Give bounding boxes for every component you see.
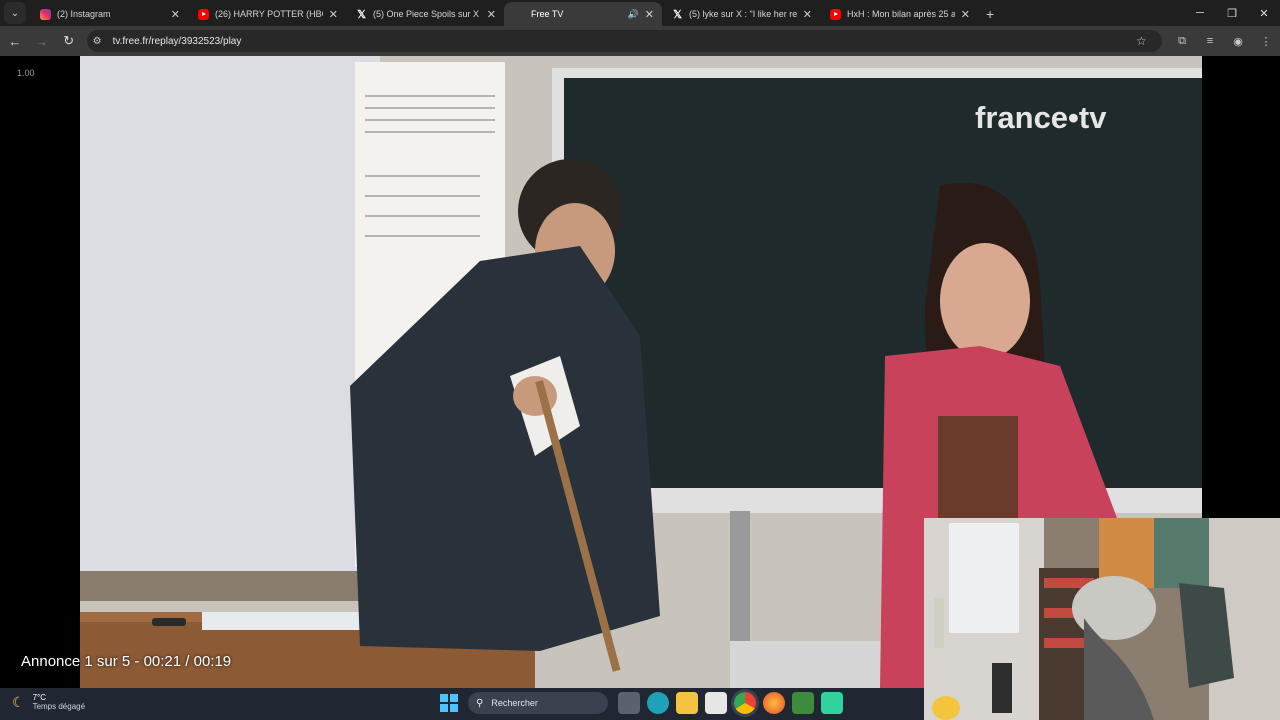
reload-icon[interactable]: ↻ <box>57 29 81 53</box>
windows-start-icon[interactable] <box>440 694 458 712</box>
menu-icon[interactable]: ⋮ <box>1252 29 1280 53</box>
search-icon: ⚲ <box>476 697 484 709</box>
tab-title: (5) One Piece Spoils sur X : "#O <box>373 9 481 19</box>
tab-one-piece[interactable]: 𝕏 (5) One Piece Spoils sur X : "#O ✕ <box>346 2 504 26</box>
x-icon: 𝕏 <box>673 8 682 21</box>
firefox-icon[interactable] <box>763 692 785 714</box>
close-window-icon[interactable]: ✕ <box>1248 0 1280 26</box>
tab-title: HxH : Mon bilan après 25 ans ! <box>847 9 955 19</box>
site-info-icon[interactable]: ⚙ <box>93 36 113 47</box>
profile-icon[interactable]: ◉ <box>1224 29 1252 53</box>
webcam-overlay <box>924 518 1280 720</box>
chrome-icon[interactable] <box>734 692 756 714</box>
france-tv-logo: france•tv <box>975 100 1107 135</box>
restore-icon[interactable]: ❐ <box>1216 0 1248 26</box>
close-icon[interactable]: ✕ <box>487 8 496 21</box>
bookmark-star-icon[interactable]: ☆ <box>1136 34 1156 48</box>
youtube-icon <box>198 8 209 20</box>
tab-title: (5) lyke sur X : "I like her reacti <box>689 9 797 19</box>
extensions-icon[interactable]: ⧉ <box>1168 29 1196 53</box>
close-icon[interactable]: ✕ <box>171 8 180 21</box>
speaker-icon[interactable]: 🔊 <box>628 9 639 20</box>
close-icon[interactable]: ✕ <box>803 8 812 21</box>
webcam-scene <box>924 518 1280 720</box>
tab-hxh[interactable]: HxH : Mon bilan après 25 ans ! ✕ <box>820 2 978 26</box>
ad-status: Annonce 1 sur 5 - 00:21 / 00:19 <box>21 653 232 670</box>
weather-widget[interactable]: ☾ 7°C Temps dégagé <box>12 693 85 711</box>
search-placeholder: Rechercher <box>491 698 538 708</box>
address-bar[interactable]: ⚙ tv.free.fr/replay/3932523/play ☆ <box>86 30 1163 52</box>
chevron-down-icon: ⌄ <box>10 7 20 19</box>
close-icon[interactable]: ✕ <box>329 8 338 21</box>
moon-icon: ☾ <box>12 693 25 710</box>
xbox-icon[interactable] <box>792 692 814 714</box>
x-icon: 𝕏 <box>357 8 366 21</box>
close-icon[interactable]: ✕ <box>645 8 654 21</box>
forward-icon[interactable]: → <box>30 29 54 53</box>
new-tab-button[interactable]: + <box>986 6 994 22</box>
url-text: tv.free.fr/replay/3932523/play <box>112 35 242 47</box>
youtube-icon <box>830 8 841 20</box>
tab-harry-potter[interactable]: (26) HARRY POTTER (HBO) - LE ✕ <box>188 2 346 26</box>
taskbar-search[interactable]: ⚲ Rechercher <box>468 692 608 714</box>
back-icon[interactable]: ← <box>3 29 27 53</box>
tab-title: (26) HARRY POTTER (HBO) - LE <box>215 9 323 19</box>
tab-title: Free TV <box>531 9 564 19</box>
weather-temperature: 7°C <box>32 693 46 702</box>
task-view-icon[interactable] <box>618 692 640 714</box>
media-controls-icon[interactable]: ≡ <box>1196 29 1224 53</box>
instagram-icon <box>40 8 51 20</box>
tab-search-button[interactable]: ⌄ <box>4 2 26 24</box>
freetv-icon <box>514 9 525 20</box>
tab-free-tv[interactable]: Free TV 🔊 ✕ <box>504 2 662 26</box>
app-icon[interactable] <box>821 692 843 714</box>
toolbar: ← → ↻ ⚙ tv.free.fr/replay/3932523/play ☆… <box>0 26 1280 56</box>
close-icon[interactable]: ✕ <box>961 8 970 21</box>
window-controls: ─ ❐ ✕ <box>1184 0 1280 26</box>
tab-lyke[interactable]: 𝕏 (5) lyke sur X : "I like her reacti ✕ <box>662 2 820 26</box>
store-icon[interactable] <box>705 692 727 714</box>
tab-title: (2) Instagram <box>57 9 111 19</box>
taskbar: ☾ 7°C Temps dégagé ⚲ Rechercher <box>0 688 924 720</box>
edge-icon[interactable] <box>647 692 669 714</box>
taskbar-center: ⚲ Rechercher <box>440 692 850 714</box>
weather-description: Temps dégagé <box>32 702 86 711</box>
tab-strip: ⌄ (2) Instagram ✕ (26) HARRY POTTER (HBO… <box>0 0 1280 26</box>
file-explorer-icon[interactable] <box>676 692 698 714</box>
tab-instagram[interactable]: (2) Instagram ✕ <box>30 2 188 26</box>
toolbar-right: ⧉ ≡ ◉ ⋮ <box>1168 29 1280 53</box>
minimize-icon[interactable]: ─ <box>1184 0 1216 26</box>
playback-speed[interactable]: 1.00 <box>17 68 35 78</box>
